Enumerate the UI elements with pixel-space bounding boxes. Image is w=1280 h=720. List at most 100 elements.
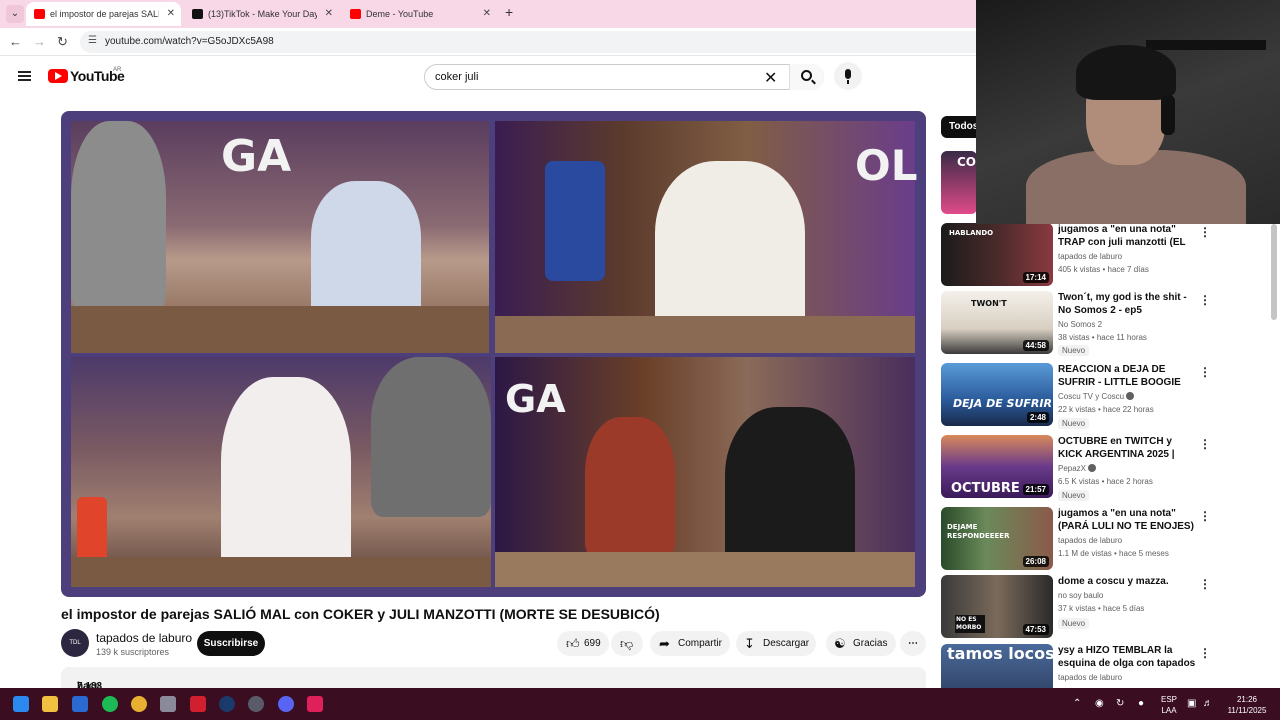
more-options-icon[interactable]: ⋮ [1199,225,1211,239]
more-options-icon[interactable]: ⋮ [1199,577,1211,591]
search-box[interactable]: coker juli ✕ [424,64,824,90]
more-options-icon[interactable]: ⋮ [1199,437,1211,451]
recommendation-item[interactable]: TWON'T 44:58 Twon´t, my god is the shit … [941,291,1271,357]
more-options-icon[interactable]: ⋮ [1199,646,1211,660]
show-hidden-icons-icon[interactable]: ⌃ [1073,698,1081,709]
site-info-icon[interactable]: ☰ [88,35,97,46]
github-icon[interactable] [248,696,264,712]
recommendation-title[interactable]: OCTUBRE en TWITCH y KICK ARGENTINA 2025 … [1058,435,1198,461]
recommendation-channel[interactable]: PepazX [1058,464,1097,473]
close-tab-icon[interactable]: ✕ [167,2,175,26]
discord-icon[interactable] [278,696,294,712]
recommendation-meta: 405 k vistas • hace 7 días [1058,265,1149,274]
video-thumbnail[interactable]: OCTUBRE 21:57 [941,435,1053,498]
language-indicator[interactable]: ESP LAA [1158,694,1180,716]
video-thumbnail[interactable]: tamos locos [941,644,1053,688]
new-tab-icon[interactable]: + [505,4,513,20]
video-thumbnail[interactable]: CO [941,151,977,214]
download-icon: ↧ [744,636,755,651]
download-button[interactable]: ↧ Descargar [736,631,816,656]
forward-icon[interactable]: → [33,34,46,49]
recommendation-item[interactable]: NO ES MORBO 47:53 dome a coscu y mazza. … [941,575,1271,641]
tab-youtube-video[interactable]: el impostor de parejas SALIÓ M ✕ [26,2,181,26]
recommendation-meta: 6.5 K vistas • hace 2 horas [1058,477,1153,486]
recommendation-channel[interactable]: tapados de laburo [1058,536,1122,545]
clear-search-icon[interactable]: ✕ [764,68,777,88]
new-badge: Nuevo [1058,618,1090,629]
subscribe-button[interactable]: Suscribirse [197,631,265,656]
volume-icon[interactable]: ♬ [1203,698,1213,709]
steam-icon[interactable] [219,696,235,712]
tab-tiktok[interactable]: (13)TikTok - Make Your Day ✕ [184,2,339,26]
tab-search-icon[interactable]: ⌄ [6,5,24,23]
share-icon: ➦ [659,636,670,651]
like-button[interactable]: 👍︎ 699 [557,631,609,656]
recommendation-title[interactable]: Twon´t, my god is the shit - No Somos 2 … [1058,291,1198,317]
share-label: Compartir [678,638,722,649]
thumbnail-text: DEJAME RESPONDEEEER [947,523,1010,540]
recommendation-channel[interactable]: tapados de laburo [1058,252,1122,261]
thanks-button[interactable]: ☯ Gracias [826,631,896,656]
recommendation-title[interactable]: REACCION a DEJA DE SUFRIR - LITTLE BOOGI… [1058,363,1198,389]
streamer-hair [1076,45,1176,100]
thumbs-down-icon: 👎︎ [620,636,634,651]
network-icon[interactable]: ▣ [1187,698,1196,709]
tiktok-icon[interactable] [307,696,323,712]
more-options-icon[interactable]: ⋮ [1199,509,1211,523]
video-thumbnail[interactable]: NO ES MORBO 47:53 [941,575,1053,638]
reload-icon[interactable]: ↻ [57,34,68,50]
discord-tray-icon[interactable]: ◉ [1095,698,1104,709]
back-icon[interactable]: ← [9,34,22,49]
fridge [545,161,605,281]
close-tab-icon[interactable]: ✕ [483,2,491,26]
video-thumbnail[interactable]: TWON'T 44:58 [941,291,1053,354]
recommendation-title[interactable]: jugamos a "en una nota" TRAP con juli ma… [1058,223,1198,249]
recommendation-item[interactable]: DEJAME RESPONDEEEER 26:08 jugamos a "en … [941,507,1271,573]
channel-name[interactable]: tapados de laburo [96,631,192,645]
video-thumbnail[interactable]: DEJAME RESPONDEEEER 26:08 [941,507,1053,570]
settings-icon[interactable] [160,696,176,712]
dislike-button[interactable]: 👎︎ [611,631,643,656]
recommendation-item[interactable]: OCTUBRE 21:57 OCTUBRE en TWITCH y KICK A… [941,435,1271,501]
recommendation-title[interactable]: ysy a HIZO TEMBLAR la esquina de olga co… [1058,644,1198,670]
more-options-icon[interactable]: ⋮ [1199,365,1211,379]
more-actions-icon[interactable]: ⋯ [900,631,926,656]
recommendation-channel[interactable]: Coscu TV y Coscu [1058,392,1135,401]
sync-tray-icon[interactable]: ↻ [1116,698,1124,709]
spotify-icon[interactable] [102,696,118,712]
youtube-logo-icon[interactable] [48,69,68,83]
file-explorer-icon[interactable] [42,696,58,712]
search-button[interactable] [789,64,824,90]
windows-taskbar: ⌃ ◉ ↻ ● ESP LAA ▣ ♬ 21:26 11/11/2025 [0,688,1280,720]
app-icon[interactable] [190,696,206,712]
windows-start-icon[interactable] [13,696,29,712]
voice-search-icon[interactable] [834,62,862,90]
video-title: el impostor de parejas SALIÓ MAL con COK… [61,606,660,622]
outlook-icon[interactable] [72,696,88,712]
recommendation-channel[interactable]: No Somos 2 [1058,320,1102,329]
recommendation-item[interactable]: tamos locos ysy a HIZO TEMBLAR la esquin… [941,644,1271,688]
video-thumbnail[interactable]: DEJA DE SUFRIR 2:48 [941,363,1053,426]
chrome-icon[interactable] [131,696,147,712]
recommendation-item[interactable]: HABLANDO 17:14 jugamos a "en una nota" T… [941,223,1271,289]
recommendation-item[interactable]: DEJA DE SUFRIR 2:48 REACCION a DEJA DE S… [941,363,1271,429]
clock[interactable]: 21:26 11/11/2025 [1222,694,1272,716]
recommendation-meta: 22 k vistas • hace 22 horas [1058,405,1154,414]
recommendation-title[interactable]: dome a coscu y mazza. [1058,575,1198,588]
page-scrollbar[interactable] [1271,224,1277,320]
video-thumbnail[interactable]: HABLANDO 17:14 [941,223,1053,286]
filter-chip-all[interactable]: Todos [941,116,981,138]
menu-icon[interactable] [18,71,31,81]
channel-avatar[interactable]: TDL [61,629,89,657]
microphone-icon[interactable]: ● [1138,698,1144,709]
search-input[interactable]: coker juli [435,71,478,83]
video-player[interactable]: GA OL GA [61,111,926,597]
recommendation-channel[interactable]: tapados de laburo [1058,673,1122,682]
tab-youtube-deme[interactable]: Deme - YouTube ✕ [342,2,497,26]
close-tab-icon[interactable]: ✕ [325,2,333,26]
share-button[interactable]: ➦ Compartir [650,631,730,656]
recommendation-title[interactable]: jugamos a "en una nota" (PARÁ LULI NO TE… [1058,507,1198,533]
more-options-icon[interactable]: ⋮ [1199,293,1211,307]
thumbs-up-icon: 👍︎ [566,636,580,651]
recommendation-channel[interactable]: no soy baulo [1058,591,1103,600]
